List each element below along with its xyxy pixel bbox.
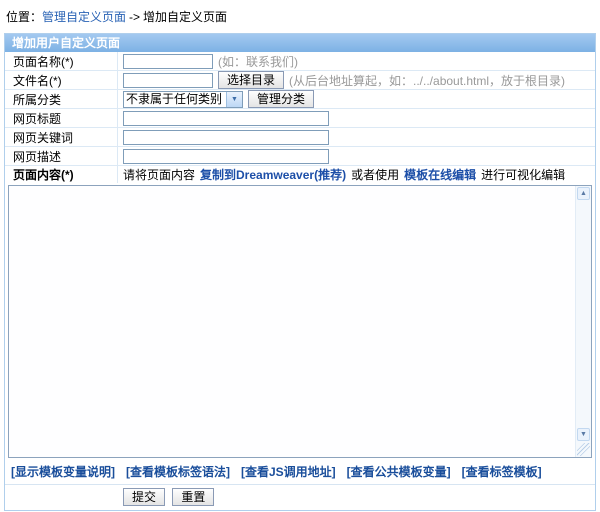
content-hint-post: 进行可视化编辑 xyxy=(481,166,565,183)
page-name-label: 页面名称(*) xyxy=(5,52,118,70)
page-name-input[interactable] xyxy=(123,54,213,69)
chevron-down-icon: ▼ xyxy=(226,92,242,107)
template-online-edit-link[interactable]: 模板在线编辑 xyxy=(404,166,476,183)
file-name-input[interactable] xyxy=(123,73,213,88)
link-show-template-variables[interactable]: [显示模板变量说明] xyxy=(11,465,115,479)
reset-button[interactable]: 重置 xyxy=(172,488,214,506)
breadcrumb-prefix: 位置： xyxy=(6,10,42,24)
breadcrumb-current: 增加自定义页面 xyxy=(143,10,227,24)
breadcrumb-arrow: -> xyxy=(129,10,140,24)
content-label: 页面内容(*) xyxy=(5,166,118,183)
row-content: 页面内容(*) 请将页面内容复制到Dreamweaver(推荐) 或者使用模板在线… xyxy=(5,166,595,183)
link-view-template-tag-syntax[interactable]: [查看模板标签语法] xyxy=(126,465,230,479)
category-select[interactable]: 不隶属于任何类别 ▼ xyxy=(123,91,243,108)
keywords-label: 网页关键词 xyxy=(5,128,118,146)
content-hint-pre: 请将页面内容 xyxy=(123,166,195,183)
footer-links: [显示模板变量说明] [查看模板标签语法] [查看JS调用地址] [查看公共模板变量]… xyxy=(5,458,595,485)
scroll-down-icon[interactable]: ▼ xyxy=(577,428,590,441)
category-select-value: 不隶属于任何类别 xyxy=(124,92,226,107)
link-view-tag-templates[interactable]: [查看标签模板] xyxy=(462,465,542,479)
scroll-up-icon[interactable]: ▲ xyxy=(577,187,590,200)
submit-button[interactable]: 提交 xyxy=(123,488,165,506)
manage-category-button[interactable]: 管理分类 xyxy=(248,90,314,108)
content-hint-mid: 或者使用 xyxy=(351,166,399,183)
link-view-public-template-variables[interactable]: [查看公共模板变量] xyxy=(347,465,451,479)
description-input[interactable] xyxy=(123,149,329,164)
row-category: 所属分类 不隶属于任何类别 ▼ 管理分类 xyxy=(5,90,595,109)
panel-title: 增加用户自定义页面 xyxy=(5,34,595,52)
admin-page: 位置：管理自定义页面->增加自定义页面 增加用户自定义页面 页面名称(*) (如… xyxy=(0,0,600,512)
copy-to-dreamweaver-link[interactable]: 复制到Dreamweaver(推荐) xyxy=(200,166,346,183)
resize-grip-icon[interactable] xyxy=(577,443,590,456)
link-view-js-call-address[interactable]: [查看JS调用地址] xyxy=(241,465,336,479)
page-title-input[interactable] xyxy=(123,111,329,126)
category-label: 所属分类 xyxy=(5,90,118,108)
file-name-label: 文件名(*) xyxy=(5,71,118,89)
page-name-hint: (如：联系我们) xyxy=(218,53,298,70)
keywords-input[interactable] xyxy=(123,130,329,145)
row-page-name: 页面名称(*) (如：联系我们) xyxy=(5,52,595,71)
row-description: 网页描述 xyxy=(5,147,595,166)
content-textarea[interactable] xyxy=(9,186,575,457)
breadcrumb: 位置：管理自定义页面->增加自定义页面 xyxy=(0,0,600,22)
breadcrumb-link-manage-custom-pages[interactable]: 管理自定义页面 xyxy=(42,10,126,24)
file-name-hint: (从后台地址算起，如：../../about.html，放于根目录) xyxy=(289,72,565,89)
row-file-name: 文件名(*) 选择目录 (从后台地址算起，如：../../about.html，… xyxy=(5,71,595,90)
editor-scrollbar[interactable]: ▲ ▼ xyxy=(575,186,591,457)
form-actions: 提交 重置 xyxy=(5,485,595,510)
content-editor: ▲ ▼ xyxy=(8,185,592,458)
row-keywords: 网页关键词 xyxy=(5,128,595,147)
row-page-title: 网页标题 xyxy=(5,109,595,128)
description-label: 网页描述 xyxy=(5,147,118,165)
choose-directory-button[interactable]: 选择目录 xyxy=(218,71,284,89)
page-title-label: 网页标题 xyxy=(5,109,118,127)
add-custom-page-panel: 增加用户自定义页面 页面名称(*) (如：联系我们) 文件名(*) 选择目录 (… xyxy=(4,33,596,511)
